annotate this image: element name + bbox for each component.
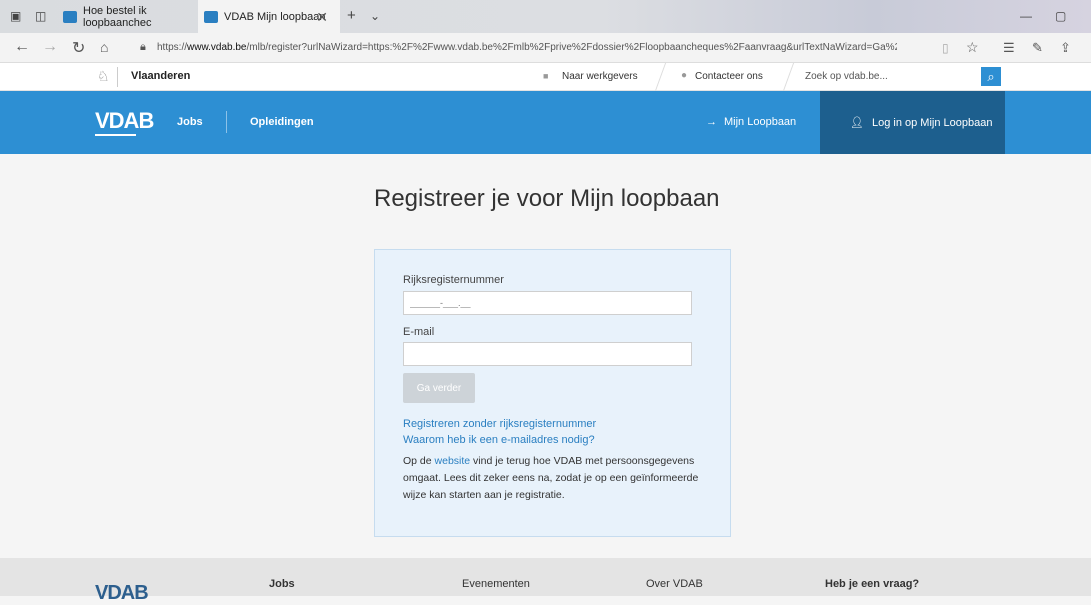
back-icon[interactable]: ←: [14, 38, 30, 56]
vlaanderen-lion-icon: ♘: [97, 68, 110, 84]
register-without-rr-link[interactable]: Registreren zonder rijksregisternummer: [403, 418, 596, 430]
rijksregisternummer-label: Rijksregisternummer: [403, 274, 504, 286]
privacy-text-start: Op de: [403, 455, 435, 467]
forward-icon[interactable]: →: [42, 38, 58, 56]
why-email-link[interactable]: Waarom heb ik een e-mailadres nodig?: [403, 434, 595, 446]
tab-label: VDAB Mijn loopbaan: [224, 10, 326, 23]
chat-icon: ●: [681, 70, 688, 81]
tab-label: Hoe bestel ik loopbaanchec: [83, 4, 152, 29]
website-link[interactable]: website: [435, 455, 471, 467]
vdab-favicon-icon: [63, 10, 77, 23]
footer-evenementen[interactable]: Evenementen: [462, 578, 530, 590]
divider: [782, 63, 795, 91]
nav-opleidingen[interactable]: Opleidingen: [250, 116, 314, 128]
ga-verder-button[interactable]: Ga verder: [403, 373, 475, 403]
share-icon[interactable]: ⇪: [1060, 40, 1071, 56]
page-title: Registreer je voor Mijn loopbaan: [374, 185, 720, 212]
contact-link[interactable]: Contacteer ons: [695, 71, 763, 82]
email-field[interactable]: [403, 342, 692, 366]
registration-form: Rijksregisternummer E-mail Ga verder Reg…: [374, 249, 731, 537]
nav-jobs[interactable]: Jobs: [177, 116, 203, 128]
divider: [654, 63, 667, 91]
main-content: Registreer je voor Mijn loopbaan Rijksre…: [0, 154, 1091, 558]
briefcase-icon: ■: [543, 71, 549, 81]
url-path: /mlb/register?urlNaWizard=https:%2F%2Fww…: [246, 42, 898, 53]
home-icon[interactable]: ⌂: [100, 39, 108, 55]
new-tab-button[interactable]: +: [347, 7, 361, 24]
divider: [117, 67, 118, 87]
login-button[interactable]: 👤︎ Log in op Mijn Loopbaan: [820, 91, 1005, 154]
address-bar: ← → ↻ ⌂ 🔒︎ https://www.vdab.be/mlb/regis…: [0, 33, 1091, 63]
search-icon[interactable]: ⌕: [981, 67, 1001, 86]
main-nav: VDAB Jobs Opleidingen → Mijn Loopbaan 👤︎…: [0, 91, 1091, 154]
url-prefix: https://: [157, 42, 188, 53]
site-search-input[interactable]: Zoek op vdab.be...: [805, 71, 888, 82]
user-icon: 👤︎: [850, 117, 864, 129]
footer: VDAB Jobs Evenementen Over VDAB Heb je e…: [0, 558, 1091, 604]
favorite-star-icon[interactable]: ☆: [966, 39, 979, 56]
vdab-favicon-icon: [204, 10, 218, 23]
tab-loopbaancheck[interactable]: Hoe bestel ik loopbaanchec: [58, 0, 196, 33]
privacy-paragraph: Op de website vind je terug hoe VDAB met…: [403, 453, 723, 504]
footer-jobs[interactable]: Jobs: [269, 578, 295, 590]
footer-over-vdab[interactable]: Over VDAB: [646, 578, 703, 590]
login-label: Log in op Mijn Loopbaan: [871, 116, 993, 129]
rijksregisternummer-field[interactable]: [403, 291, 692, 315]
vdab-logo[interactable]: VDAB: [95, 108, 154, 134]
arrow-right-icon: →: [706, 116, 717, 128]
werkgevers-link[interactable]: Naar werkgevers: [562, 71, 638, 82]
email-label: E-mail: [403, 326, 435, 338]
minimize-icon[interactable]: —: [1020, 9, 1034, 23]
email-input[interactable]: [404, 343, 691, 365]
footer-vdab-logo[interactable]: VDAB: [95, 582, 149, 605]
url-domain: www.vdab.be: [187, 42, 247, 53]
url-field[interactable]: https://www.vdab.be/mlb/register?urlNaWi…: [157, 42, 897, 53]
chevron-down-icon[interactable]: ⌄: [370, 9, 384, 23]
vlaanderen-brand[interactable]: Vlaanderen: [131, 70, 190, 82]
tab-actions-icon[interactable]: ▣: [10, 9, 24, 23]
close-tab-icon[interactable]: ✕: [316, 9, 328, 26]
refresh-icon[interactable]: ↻: [72, 38, 85, 58]
footer-vraag[interactable]: Heb je een vraag?: [825, 578, 919, 590]
divider: [226, 111, 227, 133]
favorites-list-icon[interactable]: ☰: [1003, 40, 1015, 56]
tab-mijn-loopbaan[interactable]: VDAB Mijn loopbaan ✕: [198, 0, 340, 33]
pen-icon[interactable]: ✎: [1032, 40, 1043, 56]
maximize-icon[interactable]: ▢: [1055, 9, 1069, 23]
vlaanderen-bar: ♘ Vlaanderen ■ Naar werkgevers ● Contact…: [0, 63, 1091, 91]
tabs-aside-icon[interactable]: ◫: [35, 9, 49, 23]
browser-tab-bar: ▣ ◫ Hoe bestel ik loopbaanchec VDAB Mijn…: [0, 0, 1091, 33]
rijksregisternummer-input[interactable]: [404, 292, 691, 314]
logo-underline: [95, 134, 136, 136]
nav-mijn-loopbaan[interactable]: Mijn Loopbaan: [724, 116, 796, 128]
reading-view-icon[interactable]: ▯: [942, 41, 949, 55]
lock-icon: 🔒︎: [140, 41, 146, 53]
